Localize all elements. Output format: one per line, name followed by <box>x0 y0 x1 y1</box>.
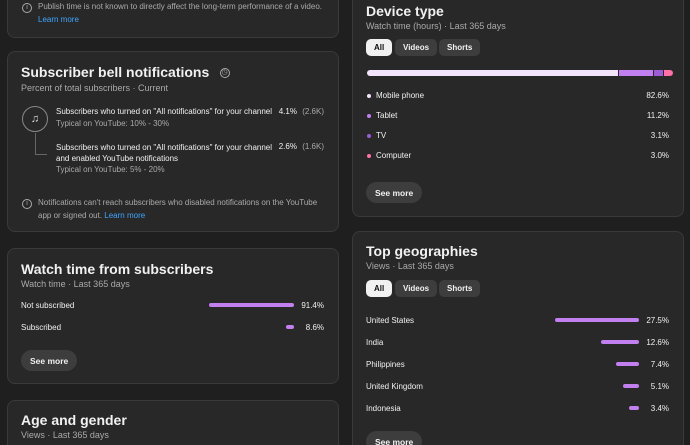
bell-row-typical: Typical on YouTube: 10% - 30% <box>56 119 170 128</box>
device-row-value: 11.2% <box>646 111 669 120</box>
device-type-card: Device type Watch time (hours) · Last 36… <box>352 0 684 217</box>
geo-row-label: Philippines <box>366 360 405 369</box>
geo-row-bar <box>555 318 639 322</box>
bell-row-typical: Typical on YouTube: 5% - 20% <box>56 165 165 174</box>
subscriber-bell-card: Subscriber bell notifications ◷ Percent … <box>7 51 339 232</box>
device-row-value: 3.1% <box>650 131 669 140</box>
geo-row-label: United States <box>366 316 415 325</box>
device-tab-shorts[interactable]: Shorts <box>439 39 481 56</box>
bell-card-title: Subscriber bell notifications <box>21 64 210 80</box>
device-card-title: Device type <box>366 3 444 19</box>
info-icon: i <box>22 199 32 209</box>
tree-connector <box>35 133 47 155</box>
device-row-label: Tablet <box>376 111 398 120</box>
bell-card-subtitle: Percent of total subscribers · Current <box>21 83 169 93</box>
publish-learn-more-link[interactable]: Learn more <box>38 15 79 24</box>
publish-time-card: i Publish time is not known to directly … <box>7 0 339 38</box>
geo-card-subtitle: Views · Last 365 days <box>366 261 454 271</box>
age-gender-card: Age and gender Views · Last 365 days <box>7 400 339 445</box>
watch-see-more-button[interactable]: See more <box>21 350 78 371</box>
device-stack-segment <box>367 70 618 76</box>
device-row-label: Computer <box>376 151 412 160</box>
watch-row-label: Subscribed <box>21 323 62 332</box>
device-row-label: Mobile phone <box>376 91 425 100</box>
geo-tab-all[interactable]: All <box>366 280 393 297</box>
device-row-value: 82.6% <box>646 91 669 100</box>
device-see-more-button[interactable]: See more <box>366 182 423 203</box>
geo-row-label: United Kingdom <box>366 382 423 391</box>
top-geographies-card: Top geographies Views · Last 365 days Al… <box>352 231 684 445</box>
device-stacked-bar <box>367 70 673 76</box>
device-legend-dot <box>367 134 371 138</box>
geo-see-more-button[interactable]: See more <box>366 431 423 445</box>
device-stack-segment <box>653 70 663 76</box>
watch-row-value: 8.6% <box>305 323 324 332</box>
watch-row-bar <box>286 325 294 329</box>
age-card-title: Age and gender <box>21 412 127 428</box>
geo-row-value: 12.6% <box>646 338 669 347</box>
geo-row-value: 5.1% <box>650 382 669 391</box>
geo-tab-videos[interactable]: Videos <box>395 280 438 297</box>
age-card-subtitle: Views · Last 365 days <box>21 430 109 440</box>
geo-tab-shorts[interactable]: Shorts <box>439 280 481 297</box>
device-legend-dot <box>367 94 371 98</box>
watch-time-card: Watch time from subscribers Watch time ·… <box>7 248 339 384</box>
device-stack-segment <box>663 70 673 76</box>
device-legend-dot <box>367 114 371 118</box>
bell-row-value: 2.6% (1.6K) <box>278 142 324 151</box>
geo-row-label: India <box>366 338 384 347</box>
bell-row-value: 4.1% (2.6K) <box>278 107 324 116</box>
bell-learn-more-link[interactable]: Learn more <box>104 211 145 220</box>
device-card-subtitle: Watch time (hours) · Last 365 days <box>366 21 506 31</box>
publish-note: Publish time is not known to directly af… <box>38 2 322 24</box>
watch-row-value: 91.4% <box>301 301 324 310</box>
device-row-label: TV <box>376 131 387 140</box>
device-tab-videos[interactable]: Videos <box>395 39 438 56</box>
device-row-value: 3.0% <box>650 151 669 160</box>
geo-row-value: 3.4% <box>650 404 669 413</box>
device-stack-segment <box>618 70 653 76</box>
clock-icon[interactable]: ◷ <box>219 67 230 78</box>
watch-card-title: Watch time from subscribers <box>21 261 214 277</box>
device-tab-all[interactable]: All <box>366 39 393 56</box>
geo-row-bar <box>600 340 639 344</box>
geo-row-label: Indonesia <box>366 404 401 413</box>
bell-note: Notifications can't reach subscribers wh… <box>38 198 318 220</box>
geo-row-bar <box>623 384 639 388</box>
bell-icon: ♫ <box>22 106 48 132</box>
watch-card-subtitle: Watch time · Last 365 days <box>21 279 130 289</box>
geo-row-bar <box>616 362 639 366</box>
geo-row-bar <box>628 406 639 410</box>
geo-row-value: 27.5% <box>646 316 669 325</box>
geo-row-value: 7.4% <box>650 360 669 369</box>
geo-card-title: Top geographies <box>366 243 478 259</box>
bell-row-label: Subscribers who turned on "All notificat… <box>56 107 273 116</box>
info-icon: i <box>22 3 32 13</box>
device-legend-dot <box>367 154 371 158</box>
bell-row-label: Subscribers who turned on "All notificat… <box>56 143 273 163</box>
watch-row-bar <box>209 303 294 307</box>
watch-row-label: Not subscribed <box>21 301 75 310</box>
